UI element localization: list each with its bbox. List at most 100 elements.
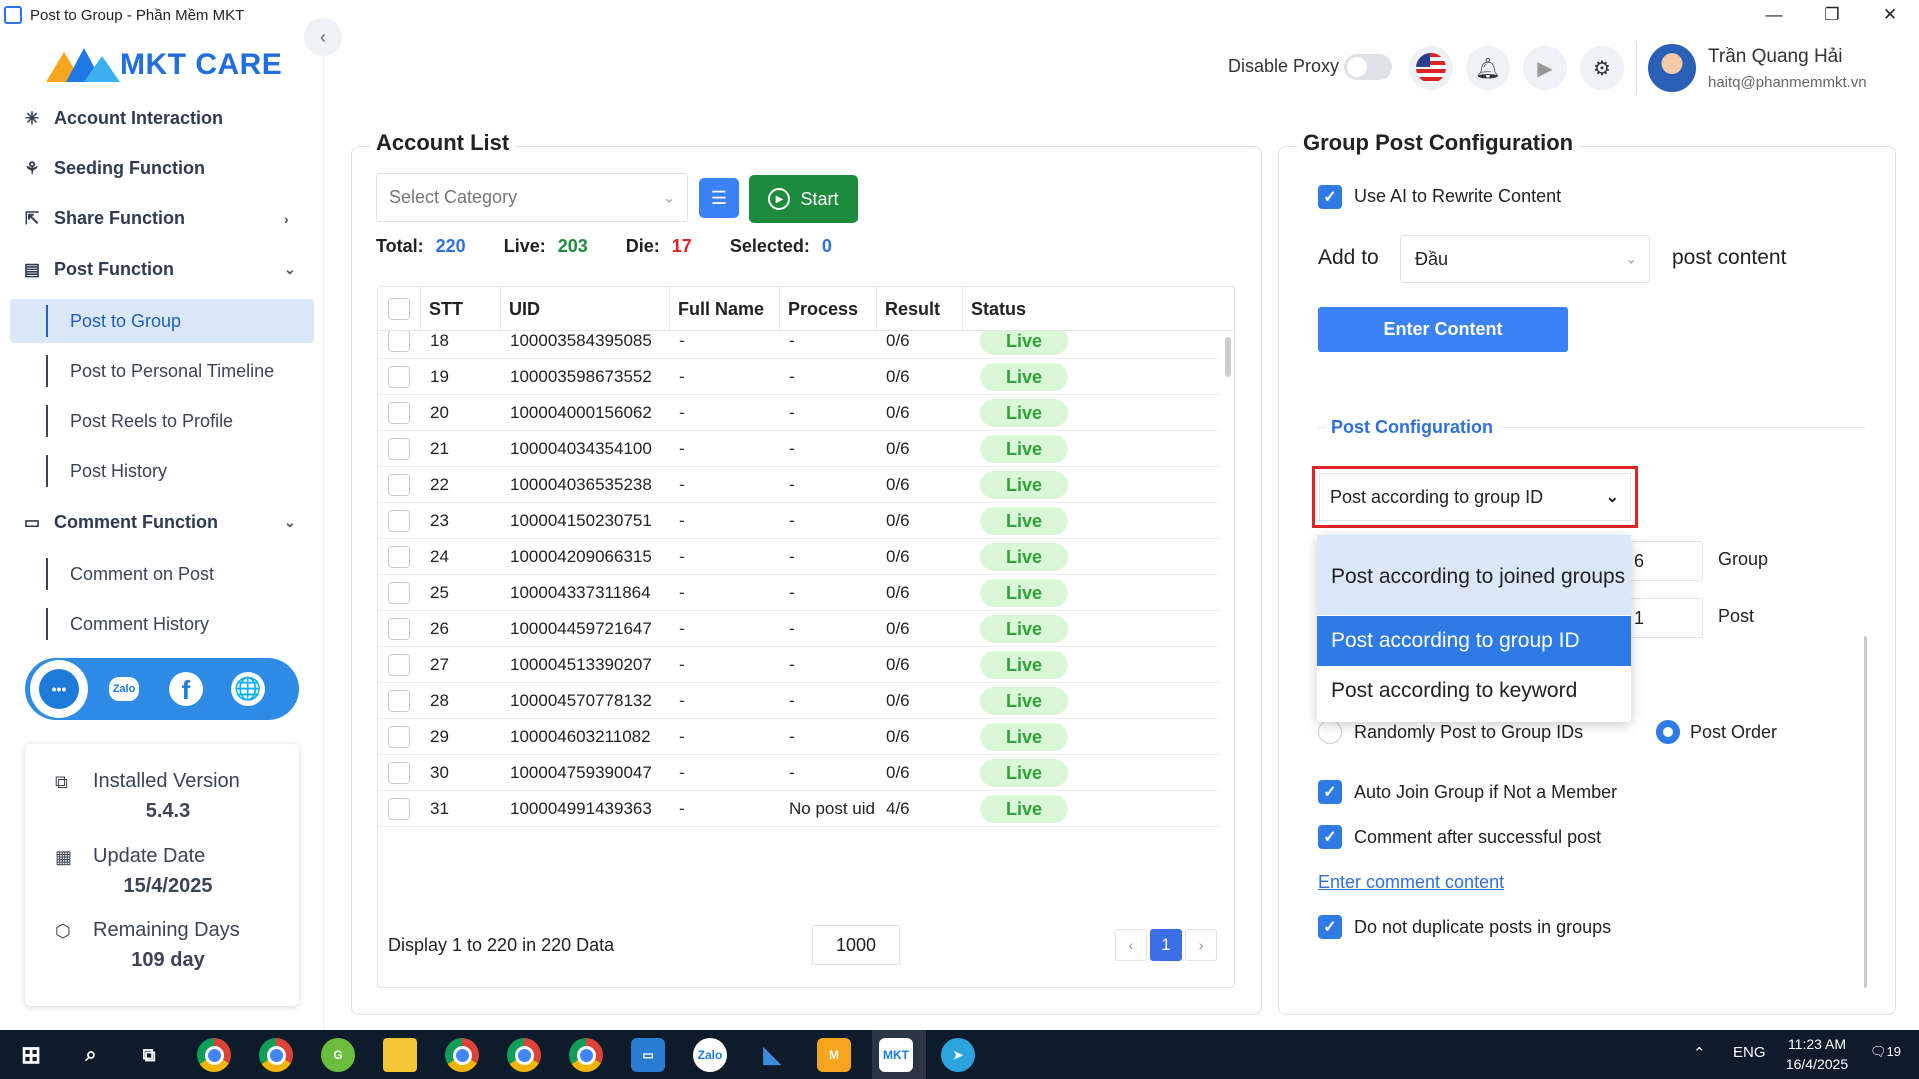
table-row[interactable]: 23 100004150230751 - - 0/6 Live (378, 503, 1220, 539)
row-checkbox[interactable] (388, 402, 410, 424)
chrome-icon[interactable] (197, 1038, 231, 1072)
row-checkbox[interactable] (388, 510, 410, 532)
table-row[interactable]: 29 100004603211082 - - 0/6 Live (378, 719, 1220, 755)
row-checkbox[interactable] (388, 762, 410, 784)
config-scrollbar[interactable] (1864, 636, 1867, 988)
zalo-app-icon[interactable]: Zalo (693, 1038, 727, 1072)
tray-overflow-icon[interactable]: ⌃ (1693, 1044, 1706, 1062)
use-ai-checkbox[interactable]: ✓ (1318, 185, 1342, 209)
task-view-icon[interactable]: ⧉ (132, 1038, 166, 1072)
search-icon[interactable]: ⌕ (74, 1038, 108, 1072)
file-explorer-icon[interactable] (383, 1038, 417, 1072)
row-checkbox[interactable] (388, 366, 410, 388)
dropdown-option[interactable]: Post according to group ID (1317, 616, 1631, 666)
row-checkbox[interactable] (388, 582, 410, 604)
minimize-button[interactable]: — (1745, 0, 1803, 30)
mkt-app-icon[interactable]: M (817, 1038, 851, 1072)
start-button[interactable]: ▶ Start (749, 175, 858, 223)
notifications-button[interactable]: 🔔︎ (1466, 46, 1510, 90)
telegram-icon[interactable]: ➤ (941, 1038, 975, 1072)
windows-start-icon[interactable]: ⊞ (14, 1038, 48, 1072)
sidebar-item-post-to-group[interactable]: Post to Group (10, 299, 314, 343)
app-icon[interactable]: ◣ (755, 1038, 789, 1072)
sidebar-item-post-function[interactable]: ▤ Post Function ⌄ (22, 259, 296, 280)
sidebar-item-post-to-timeline[interactable]: Post to Personal Timeline (10, 349, 314, 393)
post-order-radio[interactable] (1656, 720, 1680, 744)
row-checkbox[interactable] (388, 726, 410, 748)
table-row[interactable]: 22 100004036535238 - - 0/6 Live (378, 467, 1220, 503)
no-duplicate-checkbox[interactable]: ✓ (1318, 915, 1342, 939)
row-checkbox[interactable] (388, 474, 410, 496)
table-row[interactable]: 26 100004459721647 - - 0/6 Live (378, 611, 1220, 647)
remote-desktop-icon[interactable]: ▭ (631, 1038, 665, 1072)
column-header[interactable]: UID (500, 287, 669, 331)
table-row[interactable]: 20 100004000156062 - - 0/6 Live (378, 395, 1220, 431)
table-row[interactable]: 21 100004034354100 - - 0/6 Live (378, 431, 1220, 467)
random-order-radio[interactable] (1318, 720, 1342, 744)
chrome-icon[interactable] (507, 1038, 541, 1072)
column-header[interactable]: Full Name (669, 287, 779, 331)
proxy-toggle[interactable] (1344, 54, 1392, 80)
table-row[interactable]: 24 100004209066315 - - 0/6 Live (378, 539, 1220, 575)
dropdown-option[interactable]: Post according to joined groups (1317, 535, 1631, 615)
table-row[interactable]: 19 100003598673552 - - 0/6 Live (378, 359, 1220, 395)
column-header[interactable]: Process (779, 287, 876, 331)
filter-button[interactable]: ☰ (699, 178, 739, 218)
post-mode-select[interactable]: Post according to group ID ⌄ (1312, 466, 1638, 528)
row-checkbox[interactable] (388, 331, 410, 352)
prev-page-button[interactable]: ‹ (1115, 929, 1147, 961)
facebook-button[interactable]: f (160, 663, 212, 715)
language-indicator[interactable]: ENG (1733, 1044, 1766, 1061)
column-header[interactable]: Status (962, 287, 1224, 331)
enter-content-button[interactable]: Enter Content (1318, 307, 1568, 352)
sidebar-item-account-interaction[interactable]: ✳ Account Interaction (22, 108, 223, 129)
row-checkbox[interactable] (388, 618, 410, 640)
settings-button[interactable]: ⚙ (1580, 46, 1624, 90)
row-checkbox[interactable] (388, 438, 410, 460)
table-scrollbar[interactable] (1225, 337, 1231, 377)
post-count-input[interactable]: 1 (1629, 598, 1703, 638)
add-to-select[interactable]: Đầu ⌄ (1400, 235, 1650, 283)
close-button[interactable]: ✕ (1861, 0, 1919, 30)
language-button[interactable] (1409, 46, 1453, 90)
zalo-button[interactable]: Zalo (98, 663, 150, 715)
chrome-icon[interactable] (569, 1038, 603, 1072)
next-page-button[interactable]: › (1185, 929, 1217, 961)
page-size-input[interactable]: 1000 (812, 925, 900, 965)
sidebar-item-post-reels[interactable]: Post Reels to Profile (10, 399, 314, 443)
support-chat-button[interactable]: ••• (30, 660, 88, 718)
app-icon[interactable]: G (321, 1038, 355, 1072)
website-button[interactable]: 🌐 (222, 663, 274, 715)
maximize-button[interactable]: ❐ (1803, 0, 1861, 30)
sidebar-item-comment-function[interactable]: ▭ Comment Function ⌄ (22, 512, 296, 533)
row-checkbox[interactable] (388, 690, 410, 712)
sidebar-item-post-history[interactable]: Post History (10, 449, 314, 493)
chrome-icon[interactable] (259, 1038, 293, 1072)
collapse-sidebar-button[interactable]: ‹ (304, 18, 342, 56)
sidebar-item-seeding-function[interactable]: ⚘ Seeding Function (22, 158, 205, 179)
table-row[interactable]: 18 100003584395085 - - 0/6 Live (378, 331, 1220, 359)
table-row[interactable]: 28 100004570778132 - - 0/6 Live (378, 683, 1220, 719)
row-checkbox[interactable] (388, 798, 410, 820)
dropdown-option[interactable]: Post according to keyword (1317, 666, 1631, 716)
avatar[interactable] (1648, 44, 1696, 92)
notification-center-icon[interactable]: 🗨︎19 (1870, 1044, 1901, 1060)
group-count-input[interactable]: 6 (1629, 541, 1703, 581)
sidebar-item-comment-history[interactable]: Comment History (10, 602, 314, 646)
chrome-icon[interactable] (445, 1038, 479, 1072)
sidebar-item-comment-on-post[interactable]: Comment on Post (10, 552, 314, 596)
select-all-checkbox[interactable] (388, 298, 410, 320)
table-row[interactable]: 31 100004991439363 - No post uid 4/6 Live (378, 791, 1220, 827)
table-row[interactable]: 27 100004513390207 - - 0/6 Live (378, 647, 1220, 683)
mkt-care-app-icon[interactable]: MKT (879, 1038, 913, 1072)
enter-comment-link[interactable]: Enter comment content (1318, 872, 1504, 893)
table-row[interactable]: 25 100004337311864 - - 0/6 Live (378, 575, 1220, 611)
clock[interactable]: 11:23 AM 16/4/2025 (1772, 1034, 1862, 1074)
column-header[interactable]: STT (420, 287, 500, 331)
comment-after-checkbox[interactable]: ✓ (1318, 825, 1342, 849)
auto-join-checkbox[interactable]: ✓ (1318, 780, 1342, 804)
table-row[interactable]: 30 100004759390047 - - 0/6 Live (378, 755, 1220, 791)
tutorial-button[interactable]: ▶ (1523, 46, 1567, 90)
page-button[interactable]: 1 (1150, 929, 1182, 961)
column-header[interactable]: Result (876, 287, 962, 331)
